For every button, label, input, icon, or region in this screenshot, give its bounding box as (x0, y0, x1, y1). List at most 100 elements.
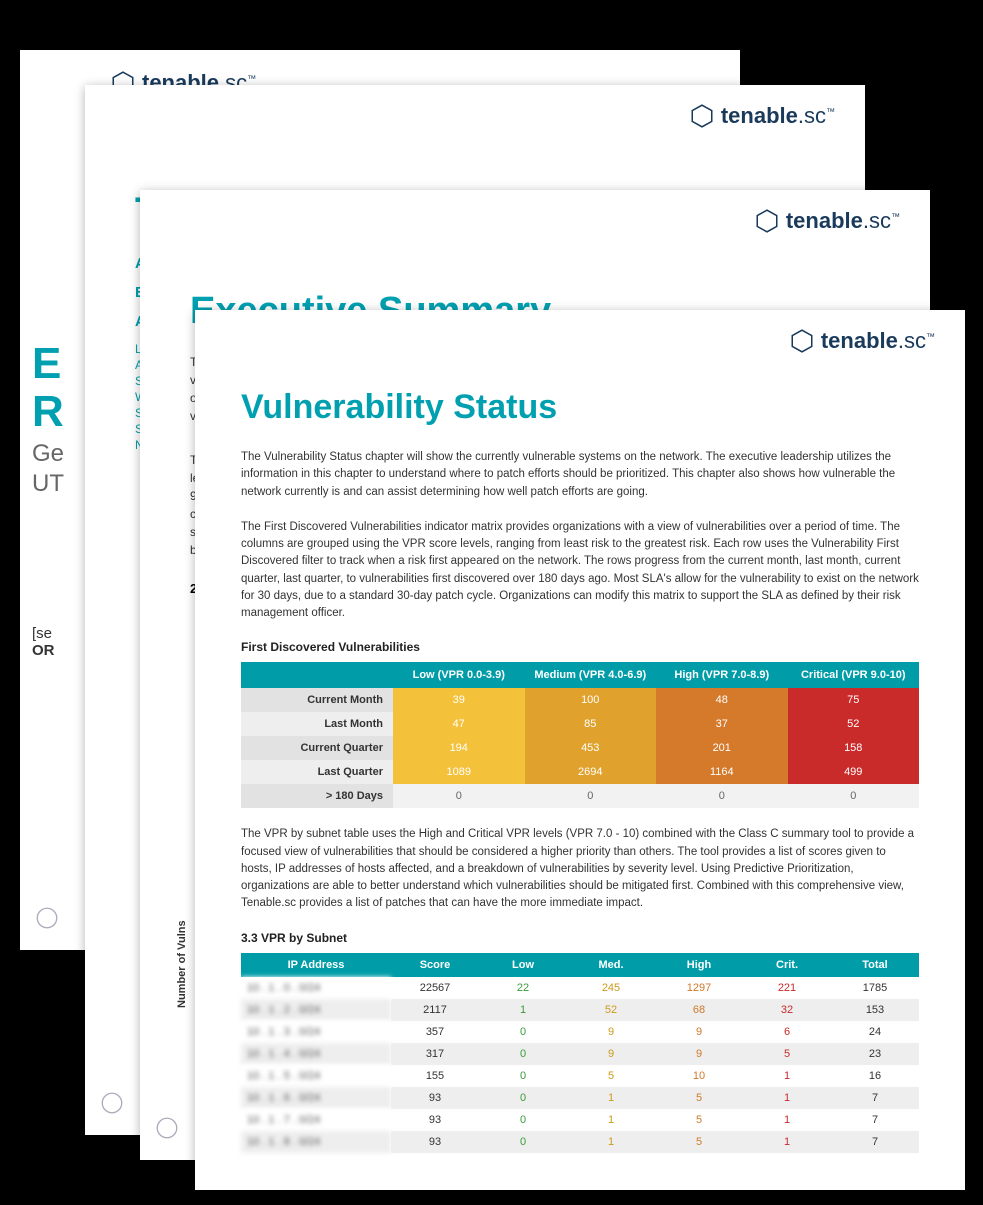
fd-row: Last Quarter108926941164499 (241, 760, 919, 784)
vpr-cell-ip: 10 . 1 . 6 . 0/24 (241, 1087, 391, 1109)
vuln-para3: The VPR by subnet table uses the High an… (241, 826, 919, 912)
vpr-h-total: Total (831, 953, 919, 977)
fd-header-med: Medium (VPR 4.0-6.9) (525, 662, 657, 688)
fd-row: Current Month391004875 (241, 688, 919, 712)
vpr-tbody: 10 . 1 . 0 . 0/2422567222451297221178510… (241, 977, 919, 1153)
vpr-cell-ip: 10 . 1 . 3 . 0/24 (241, 1021, 391, 1043)
tenable-logo: tenable.sc™ (789, 328, 935, 354)
vpr-row: 10 . 1 . 0 . 0/24225672224512972211785 (241, 977, 919, 999)
hexagon-icon (789, 328, 815, 354)
vpr-cell-med: 9 (567, 1021, 655, 1043)
vpr-h-ip: IP Address (241, 953, 391, 977)
vulnerability-status-page: tenable.sc™ Vulnerability Status The Vul… (195, 310, 965, 1190)
fd-section-label: First Discovered Vulnerabilities (241, 640, 919, 654)
vpr-cell-high: 5 (655, 1109, 743, 1131)
fd-cell: 52 (788, 712, 920, 736)
vpr-cell-high: 5 (655, 1131, 743, 1153)
fd-cell: 2694 (525, 760, 657, 784)
vpr-cell-med: 245 (567, 977, 655, 999)
vpr-h-low: Low (479, 953, 567, 977)
vpr-cell-total: 7 (831, 1131, 919, 1153)
vuln-para2: The First Discovered Vulnerabilities ind… (241, 519, 919, 623)
vpr-cell-high: 9 (655, 1021, 743, 1043)
fd-header-high: High (VPR 7.0-8.9) (656, 662, 788, 688)
fd-cell: 85 (525, 712, 657, 736)
vpr-cell-high: 9 (655, 1043, 743, 1065)
vpr-h-score: Score (391, 953, 479, 977)
vpr-cell-total: 153 (831, 999, 919, 1021)
fd-row-label: Last Quarter (241, 760, 393, 784)
vpr-cell-low: 0 (479, 1021, 567, 1043)
fd-row-label: Current Quarter (241, 736, 393, 760)
vpr-cell-low: 0 (479, 1065, 567, 1087)
vpr-cell-crit: 1 (743, 1065, 831, 1087)
vpr-cell-score: 93 (391, 1109, 479, 1131)
vpr-cell-crit: 1 (743, 1087, 831, 1109)
vpr-cell-med: 1 (567, 1131, 655, 1153)
vpr-cell-high: 5 (655, 1087, 743, 1109)
vpr-h-med: Med. (567, 953, 655, 977)
fd-cell: 1164 (656, 760, 788, 784)
tenable-logo: tenable.sc™ (689, 103, 835, 129)
vpr-cell-score: 357 (391, 1021, 479, 1043)
fd-cell: 37 (656, 712, 788, 736)
vpr-cell-high: 10 (655, 1065, 743, 1087)
vpr-row: 10 . 1 . 7 . 0/249301517 (241, 1109, 919, 1131)
vpr-cell-low: 0 (479, 1087, 567, 1109)
vpr-cell-total: 1785 (831, 977, 919, 999)
vpr-cell-crit: 1 (743, 1131, 831, 1153)
fd-cell: 0 (525, 784, 657, 808)
vpr-h-high: High (655, 953, 743, 977)
fd-cell: 48 (656, 688, 788, 712)
vpr-cell-ip: 10 . 1 . 0 . 0/24 (241, 977, 391, 999)
vpr-cell-total: 24 (831, 1021, 919, 1043)
vpr-cell-crit: 221 (743, 977, 831, 999)
fd-row-label: Current Month (241, 688, 393, 712)
vpr-h-crit: Crit. (743, 953, 831, 977)
vpr-section-label: 3.3 VPR by Subnet (241, 931, 919, 945)
vpr-cell-crit: 5 (743, 1043, 831, 1065)
vuln-status-title: Vulnerability Status (241, 388, 919, 427)
vpr-cell-crit: 32 (743, 999, 831, 1021)
fd-header-crit: Critical (VPR 9.0-10) (788, 662, 920, 688)
fd-cell: 194 (393, 736, 525, 760)
vpr-cell-low: 0 (479, 1131, 567, 1153)
fd-cell: 100 (525, 688, 657, 712)
fd-row-label: Last Month (241, 712, 393, 736)
fd-cell: 453 (525, 736, 657, 760)
vpr-row: 10 . 1 . 4 . 0/24317099523 (241, 1043, 919, 1065)
fd-tbody: Current Month391004875Last Month47853752… (241, 688, 919, 808)
vpr-cell-med: 5 (567, 1065, 655, 1087)
vpr-cell-crit: 6 (743, 1021, 831, 1043)
vpr-cell-total: 23 (831, 1043, 919, 1065)
hexagon-icon (689, 103, 715, 129)
gear-icon (34, 905, 60, 936)
vpr-cell-ip: 10 . 1 . 5 . 0/24 (241, 1065, 391, 1087)
first-discovered-table: Low (VPR 0.0-3.9) Medium (VPR 4.0-6.9) H… (241, 662, 919, 808)
tenable-logo: tenable.sc™ (754, 208, 900, 234)
fd-cell: 39 (393, 688, 525, 712)
vpr-cell-high: 68 (655, 999, 743, 1021)
gear-icon (154, 1115, 180, 1146)
cover-org-partial: [se OR (20, 625, 55, 659)
vpr-cell-score: 317 (391, 1043, 479, 1065)
fd-cell: 47 (393, 712, 525, 736)
fd-row-label: > 180 Days (241, 784, 393, 808)
vpr-cell-low: 1 (479, 999, 567, 1021)
vpr-cell-score: 155 (391, 1065, 479, 1087)
vpr-cell-ip: 10 . 1 . 8 . 0/24 (241, 1131, 391, 1153)
fd-cell: 75 (788, 688, 920, 712)
vuln-para1: The Vulnerability Status chapter will sh… (241, 449, 919, 501)
fd-cell: 201 (656, 736, 788, 760)
vpr-cell-total: 16 (831, 1065, 919, 1087)
vpr-cell-med: 1 (567, 1087, 655, 1109)
vpr-cell-crit: 1 (743, 1109, 831, 1131)
vpr-cell-score: 22567 (391, 977, 479, 999)
vpr-cell-med: 52 (567, 999, 655, 1021)
fd-header-low: Low (VPR 0.0-3.9) (393, 662, 525, 688)
vpr-row: 10 . 1 . 2 . 0/2421171526832153 (241, 999, 919, 1021)
vpr-cell-ip: 10 . 1 . 2 . 0/24 (241, 999, 391, 1021)
fd-header-blank (241, 662, 393, 688)
fd-cell: 0 (656, 784, 788, 808)
fd-cell: 158 (788, 736, 920, 760)
